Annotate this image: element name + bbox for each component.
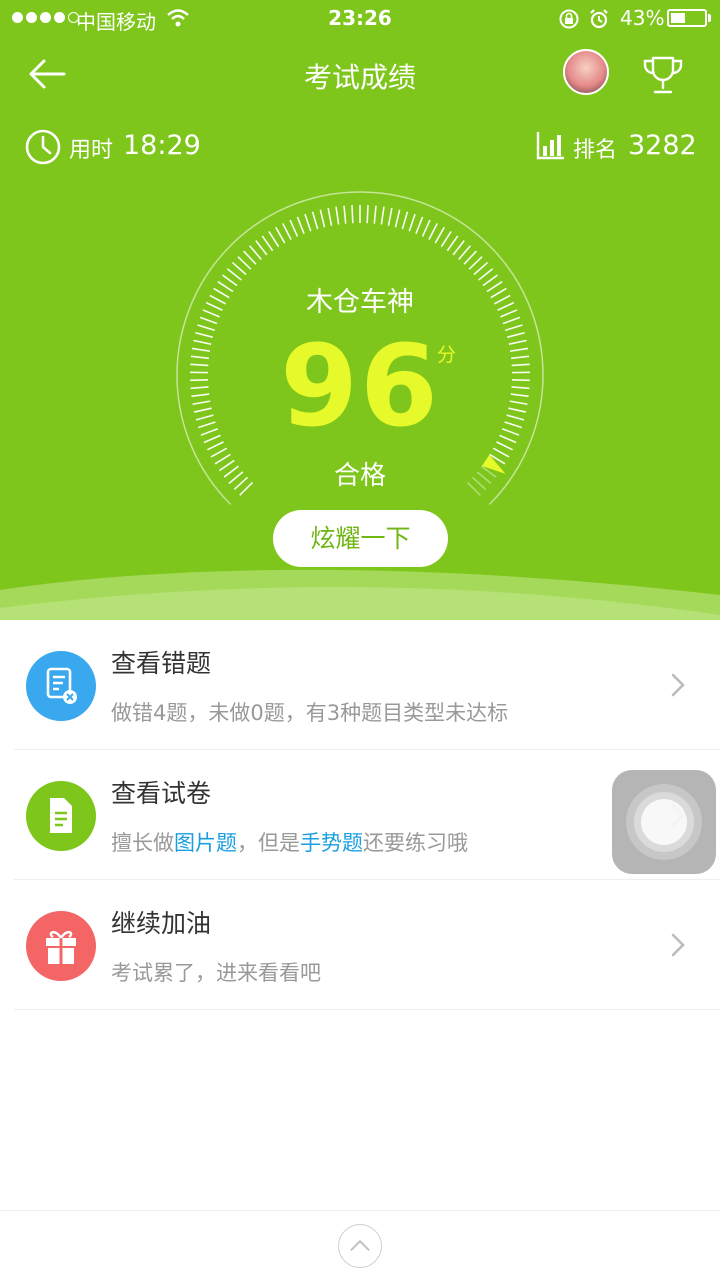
user-avatar[interactable] <box>563 49 609 95</box>
scroll-up-icon[interactable] <box>338 1224 382 1268</box>
gauge-tick <box>478 268 494 281</box>
gauge-tick <box>351 205 354 224</box>
page-title: 考试成绩 <box>303 61 416 94</box>
battery-percentage: 43% <box>620 6 665 30</box>
weak-topic: 手势题 <box>300 831 363 855</box>
score-title: 木仓车神 <box>306 287 414 318</box>
gauge-tick <box>373 205 377 224</box>
score-value: 96 <box>280 322 440 452</box>
time-used-value: 18:29 <box>123 130 201 161</box>
gauge-tick <box>226 268 242 281</box>
gift-icon <box>26 911 96 981</box>
pass-status: 合格 <box>333 461 386 491</box>
gauge-tick <box>473 261 489 276</box>
list-item-title: 查看错题 <box>111 649 212 678</box>
list-item-wrong-questions[interactable]: 查看错题 做错4题，未做0题，有3种题目类型未达标 <box>0 620 720 750</box>
assistive-touch-button[interactable] <box>612 770 716 874</box>
gauge-tick <box>366 205 369 224</box>
list-item-title: 查看试卷 <box>111 779 212 808</box>
gauge-tick <box>408 213 416 232</box>
battery-level-fill <box>671 13 685 23</box>
rotation-lock-icon <box>559 9 579 29</box>
gauge-tick <box>255 240 268 256</box>
document-icon <box>26 781 96 851</box>
gauge-tick <box>237 256 252 270</box>
list-item-subtitle: 擅长做图片题，但是手势题还要练习哦 <box>111 831 468 855</box>
gauge-tick <box>289 219 299 237</box>
time-used-label: 用时 <box>69 138 114 163</box>
score-unit: 分 <box>437 344 457 366</box>
gauge-tick <box>275 226 286 244</box>
gauge-tick <box>248 245 262 260</box>
gauge-tick <box>380 206 385 225</box>
status-bar: 中国移动 23:26 43% <box>0 0 720 38</box>
gauge-tick <box>434 226 445 244</box>
stats-row: 用时 18:29 排名 3282 <box>0 124 720 170</box>
rank-value: 3282 <box>628 130 697 161</box>
gauge-tick <box>446 235 459 252</box>
bottom-divider <box>0 1210 720 1211</box>
share-button[interactable]: 炫耀一下 <box>273 510 448 567</box>
gauge-tick <box>463 250 477 265</box>
gauge-tick <box>304 213 312 232</box>
divider <box>14 1009 720 1010</box>
list-item-subtitle: 考试累了，进来看看吧 <box>111 961 321 985</box>
bar-chart-icon <box>536 132 564 160</box>
gauge-tick <box>343 205 347 224</box>
gauge-tick <box>387 207 393 226</box>
gauge-tick <box>458 245 472 260</box>
gauge-tick <box>231 261 247 276</box>
wrong-questions-icon <box>26 651 96 721</box>
battery-icon <box>667 9 707 27</box>
list-item-keep-going[interactable]: 继续加油 考试累了，进来看看吧 <box>0 880 720 1010</box>
strength-topic: 图片题 <box>174 831 237 855</box>
clock-icon <box>25 129 61 165</box>
gauge-tick <box>401 211 409 230</box>
list-item-title: 继续加油 <box>111 909 212 938</box>
gauge-tick <box>452 240 465 256</box>
gauge-tick <box>243 250 257 265</box>
list-item-subtitle: 做错4题，未做0题，有3种题目类型未达标 <box>111 701 509 725</box>
gauge-tick <box>415 216 424 234</box>
chevron-right-icon <box>671 933 685 957</box>
chevron-right-icon <box>671 673 685 697</box>
gauge-tick <box>440 231 452 248</box>
header-wave <box>0 569 720 620</box>
battery-tip <box>708 14 711 22</box>
gauge-tick <box>394 209 401 228</box>
gauge-tick <box>327 207 333 226</box>
trophy-icon[interactable] <box>640 52 686 98</box>
gauge-tick <box>319 209 326 228</box>
alarm-icon <box>590 9 608 29</box>
gauge-tick <box>421 219 431 237</box>
gauge-tick <box>268 231 280 248</box>
gauge-tick <box>468 256 483 270</box>
gauge-tick <box>261 235 274 252</box>
gauge-tick <box>282 223 292 240</box>
gauge-tick <box>311 211 319 230</box>
clock: 23:26 <box>328 6 392 30</box>
rank-label: 排名 <box>573 138 618 163</box>
gauge-tick <box>428 223 438 240</box>
gauge-tick <box>335 206 340 225</box>
nav-bar: 考试成绩 <box>0 44 720 104</box>
gauge-tick <box>296 216 305 234</box>
